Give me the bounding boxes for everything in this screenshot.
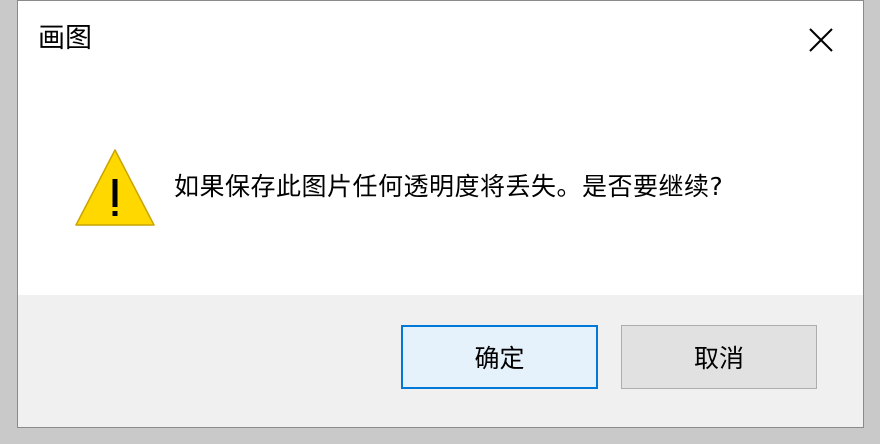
message-text: 如果保存此图片任何透明度将丢失。是否要继续? <box>174 172 724 201</box>
ok-button[interactable]: 确定 <box>401 325 598 389</box>
dialog-content: 如果保存此图片任何透明度将丢失。是否要继续? <box>18 79 863 295</box>
cancel-button[interactable]: 取消 <box>621 325 817 389</box>
window-title: 画图 <box>38 23 92 54</box>
button-bar: 确定 取消 <box>18 295 863 427</box>
cancel-button-label: 取消 <box>693 344 744 373</box>
warning-icon <box>75 149 155 226</box>
ok-button-label: 确定 <box>474 344 525 373</box>
dialog-window: 画图 如果保存此图片任何透明度将丢失。是否要继续? 确定 取消 <box>17 0 864 428</box>
title-bar: 画图 <box>18 1 863 79</box>
close-button[interactable] <box>779 1 863 79</box>
close-icon <box>809 28 833 52</box>
